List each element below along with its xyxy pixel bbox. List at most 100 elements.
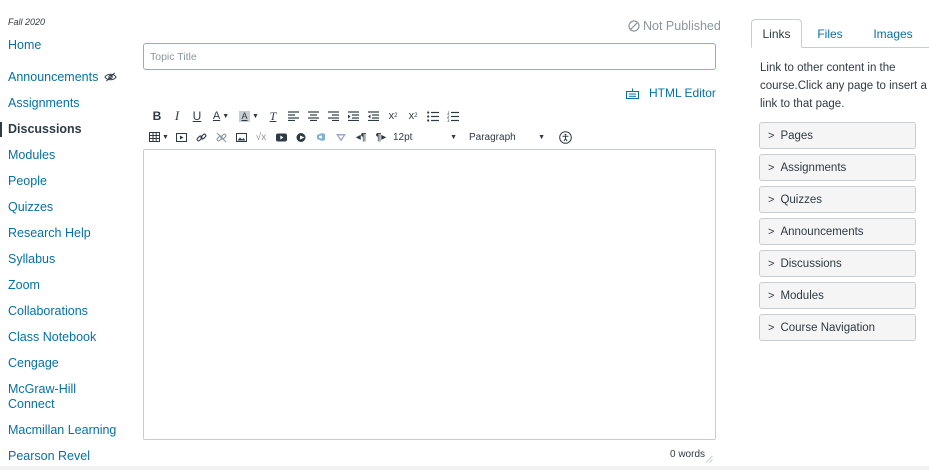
nav-item-label: Syllabus <box>8 252 56 266</box>
nav-item-quizzes[interactable]: Quizzes <box>0 200 135 215</box>
nav-item-assignments[interactable]: Assignments <box>0 96 135 111</box>
nav-item-discussions[interactable]: Discussions <box>0 122 135 137</box>
section-course-navigation[interactable]: > Course Navigation <box>759 314 916 341</box>
nav-item-class-notebook[interactable]: Class Notebook <box>0 330 135 345</box>
link-icon[interactable] <box>191 129 211 145</box>
section-label: Pages <box>780 129 814 142</box>
unlink-icon[interactable] <box>211 129 231 145</box>
font-size-select[interactable]: 12pt ▼ <box>393 129 463 145</box>
underline-icon[interactable]: U <box>187 108 207 124</box>
nav-item-zoom[interactable]: Zoom <box>0 278 135 293</box>
nav-item-label: Pearson Revel <box>8 449 90 463</box>
tab-images[interactable]: Images <box>864 19 922 48</box>
nav-item-label: Modules <box>8 148 56 162</box>
tab-label: Links <box>762 26 791 41</box>
nav-item-announcements[interactable]: Announcements <box>0 70 135 85</box>
chevron-right-icon: > <box>768 161 775 174</box>
section-discussions[interactable]: > Discussions <box>759 250 916 277</box>
editor-toolbar-row-1: B I U A ▼ A ▼ T x2 x2 123 <box>147 108 463 124</box>
nav-item-label: Announcements <box>8 70 99 84</box>
section-label: Modules <box>780 289 824 302</box>
outdent-icon[interactable] <box>363 108 383 124</box>
content-sidebar: Links Files Images Link to other content… <box>742 0 929 470</box>
section-assignments[interactable]: > Assignments <box>759 154 916 181</box>
publish-status: Not Published <box>628 19 721 33</box>
svg-text:3: 3 <box>447 118 450 122</box>
subscript-icon[interactable]: x2 <box>403 108 423 124</box>
tab-files[interactable]: Files <box>807 19 853 48</box>
align-center-icon[interactable] <box>303 108 323 124</box>
superscript-icon[interactable]: x2 <box>383 108 403 124</box>
topic-title-input[interactable] <box>143 43 716 70</box>
lti-tool-icon[interactable] <box>291 129 311 145</box>
youtube-icon[interactable] <box>271 129 291 145</box>
sidebar-help-text: Link to other content in the course.Clic… <box>760 62 927 110</box>
chevron-right-icon: > <box>768 257 775 270</box>
indent-icon[interactable] <box>343 108 363 124</box>
nav-item-collaborations[interactable]: Collaborations <box>0 304 135 319</box>
bullet-list-icon[interactable] <box>423 108 443 124</box>
text-color-icon[interactable]: A ▼ <box>207 108 235 124</box>
rtl-icon[interactable]: ¶▸ <box>371 129 391 145</box>
nav-item-home[interactable]: Home <box>0 38 135 53</box>
section-label: Announcements <box>780 225 864 238</box>
section-pages[interactable]: > Pages <box>759 122 916 149</box>
format-value: Paragraph <box>469 131 516 143</box>
html-editor-label: HTML Editor <box>649 86 716 100</box>
page-bottom-edge <box>0 466 929 470</box>
chevron-right-icon: > <box>768 289 775 302</box>
sidebar-tabs: Links Files Images <box>751 19 926 48</box>
equation-icon[interactable]: √x <box>251 129 271 145</box>
background-color-icon[interactable]: A ▼ <box>235 108 263 124</box>
chevron-right-icon: > <box>768 321 775 334</box>
office365-icon[interactable] <box>311 129 331 145</box>
media-icon[interactable] <box>171 129 191 145</box>
nav-item-macmillan-learning[interactable]: Macmillan Learning <box>0 423 135 438</box>
align-left-icon[interactable] <box>283 108 303 124</box>
image-icon[interactable] <box>231 129 251 145</box>
nav-item-label: People <box>8 174 47 188</box>
bold-icon[interactable]: B <box>147 108 167 124</box>
section-label: Course Navigation <box>780 321 876 334</box>
word-count: 0 words <box>669 449 705 460</box>
html-editor-link[interactable]: HTML Editor <box>626 86 716 100</box>
section-quizzes[interactable]: > Quizzes <box>759 186 916 213</box>
tab-links[interactable]: Links <box>751 19 802 48</box>
nav-item-research-help[interactable]: Research Help <box>0 226 135 241</box>
tab-divider <box>802 47 929 48</box>
eye-slash-icon <box>104 72 118 82</box>
section-label: Assignments <box>780 161 847 174</box>
chevron-right-icon: > <box>768 193 775 206</box>
nav-item-pearson-revel[interactable]: Pearson Revel <box>0 449 135 464</box>
nav-item-label: Macmillan Learning <box>8 423 117 437</box>
rich-content-editor-body[interactable] <box>143 149 716 440</box>
nav-item-label: Cengage <box>8 356 59 370</box>
course-term: Fall 2020 <box>8 17 46 27</box>
nav-item-label: Research Help <box>8 226 91 240</box>
numbered-list-icon[interactable]: 123 <box>443 108 463 124</box>
nav-item-label: Home <box>8 38 42 52</box>
nav-item-modules[interactable]: Modules <box>0 148 135 163</box>
resize-handle-icon[interactable] <box>705 455 713 463</box>
publish-status-label: Not Published <box>643 19 721 33</box>
format-select[interactable]: Paragraph ▼ <box>469 129 551 145</box>
accessibility-icon[interactable] <box>555 129 575 145</box>
chevron-down-icon: ▼ <box>538 133 545 141</box>
ltr-icon[interactable]: ◂¶ <box>351 129 371 145</box>
nav-item-people[interactable]: People <box>0 174 135 189</box>
tab-label: Images <box>873 26 913 41</box>
nav-item-cengage[interactable]: Cengage <box>0 356 135 371</box>
table-icon[interactable]: ▼ <box>147 129 171 145</box>
nav-item-syllabus[interactable]: Syllabus <box>0 252 135 267</box>
font-size-value: 12pt <box>393 131 413 143</box>
section-announcements[interactable]: > Announcements <box>759 218 916 245</box>
section-modules[interactable]: > Modules <box>759 282 916 309</box>
align-right-icon[interactable] <box>323 108 343 124</box>
google-drive-icon[interactable] <box>331 129 351 145</box>
clear-formatting-icon[interactable]: T <box>263 108 283 124</box>
italic-icon[interactable]: I <box>167 108 187 124</box>
nav-item-mcgraw-hill-connect[interactable]: McGraw-Hill Connect <box>0 382 95 412</box>
editor-toolbar-row-2: ▼ √x ◂¶ ¶▸ 12pt ▼ Paragraph ▼ <box>147 129 575 145</box>
nav-item-label: Assignments <box>8 96 80 110</box>
course-navigation: Fall 2020 Home Announcements Assignments… <box>0 0 135 470</box>
